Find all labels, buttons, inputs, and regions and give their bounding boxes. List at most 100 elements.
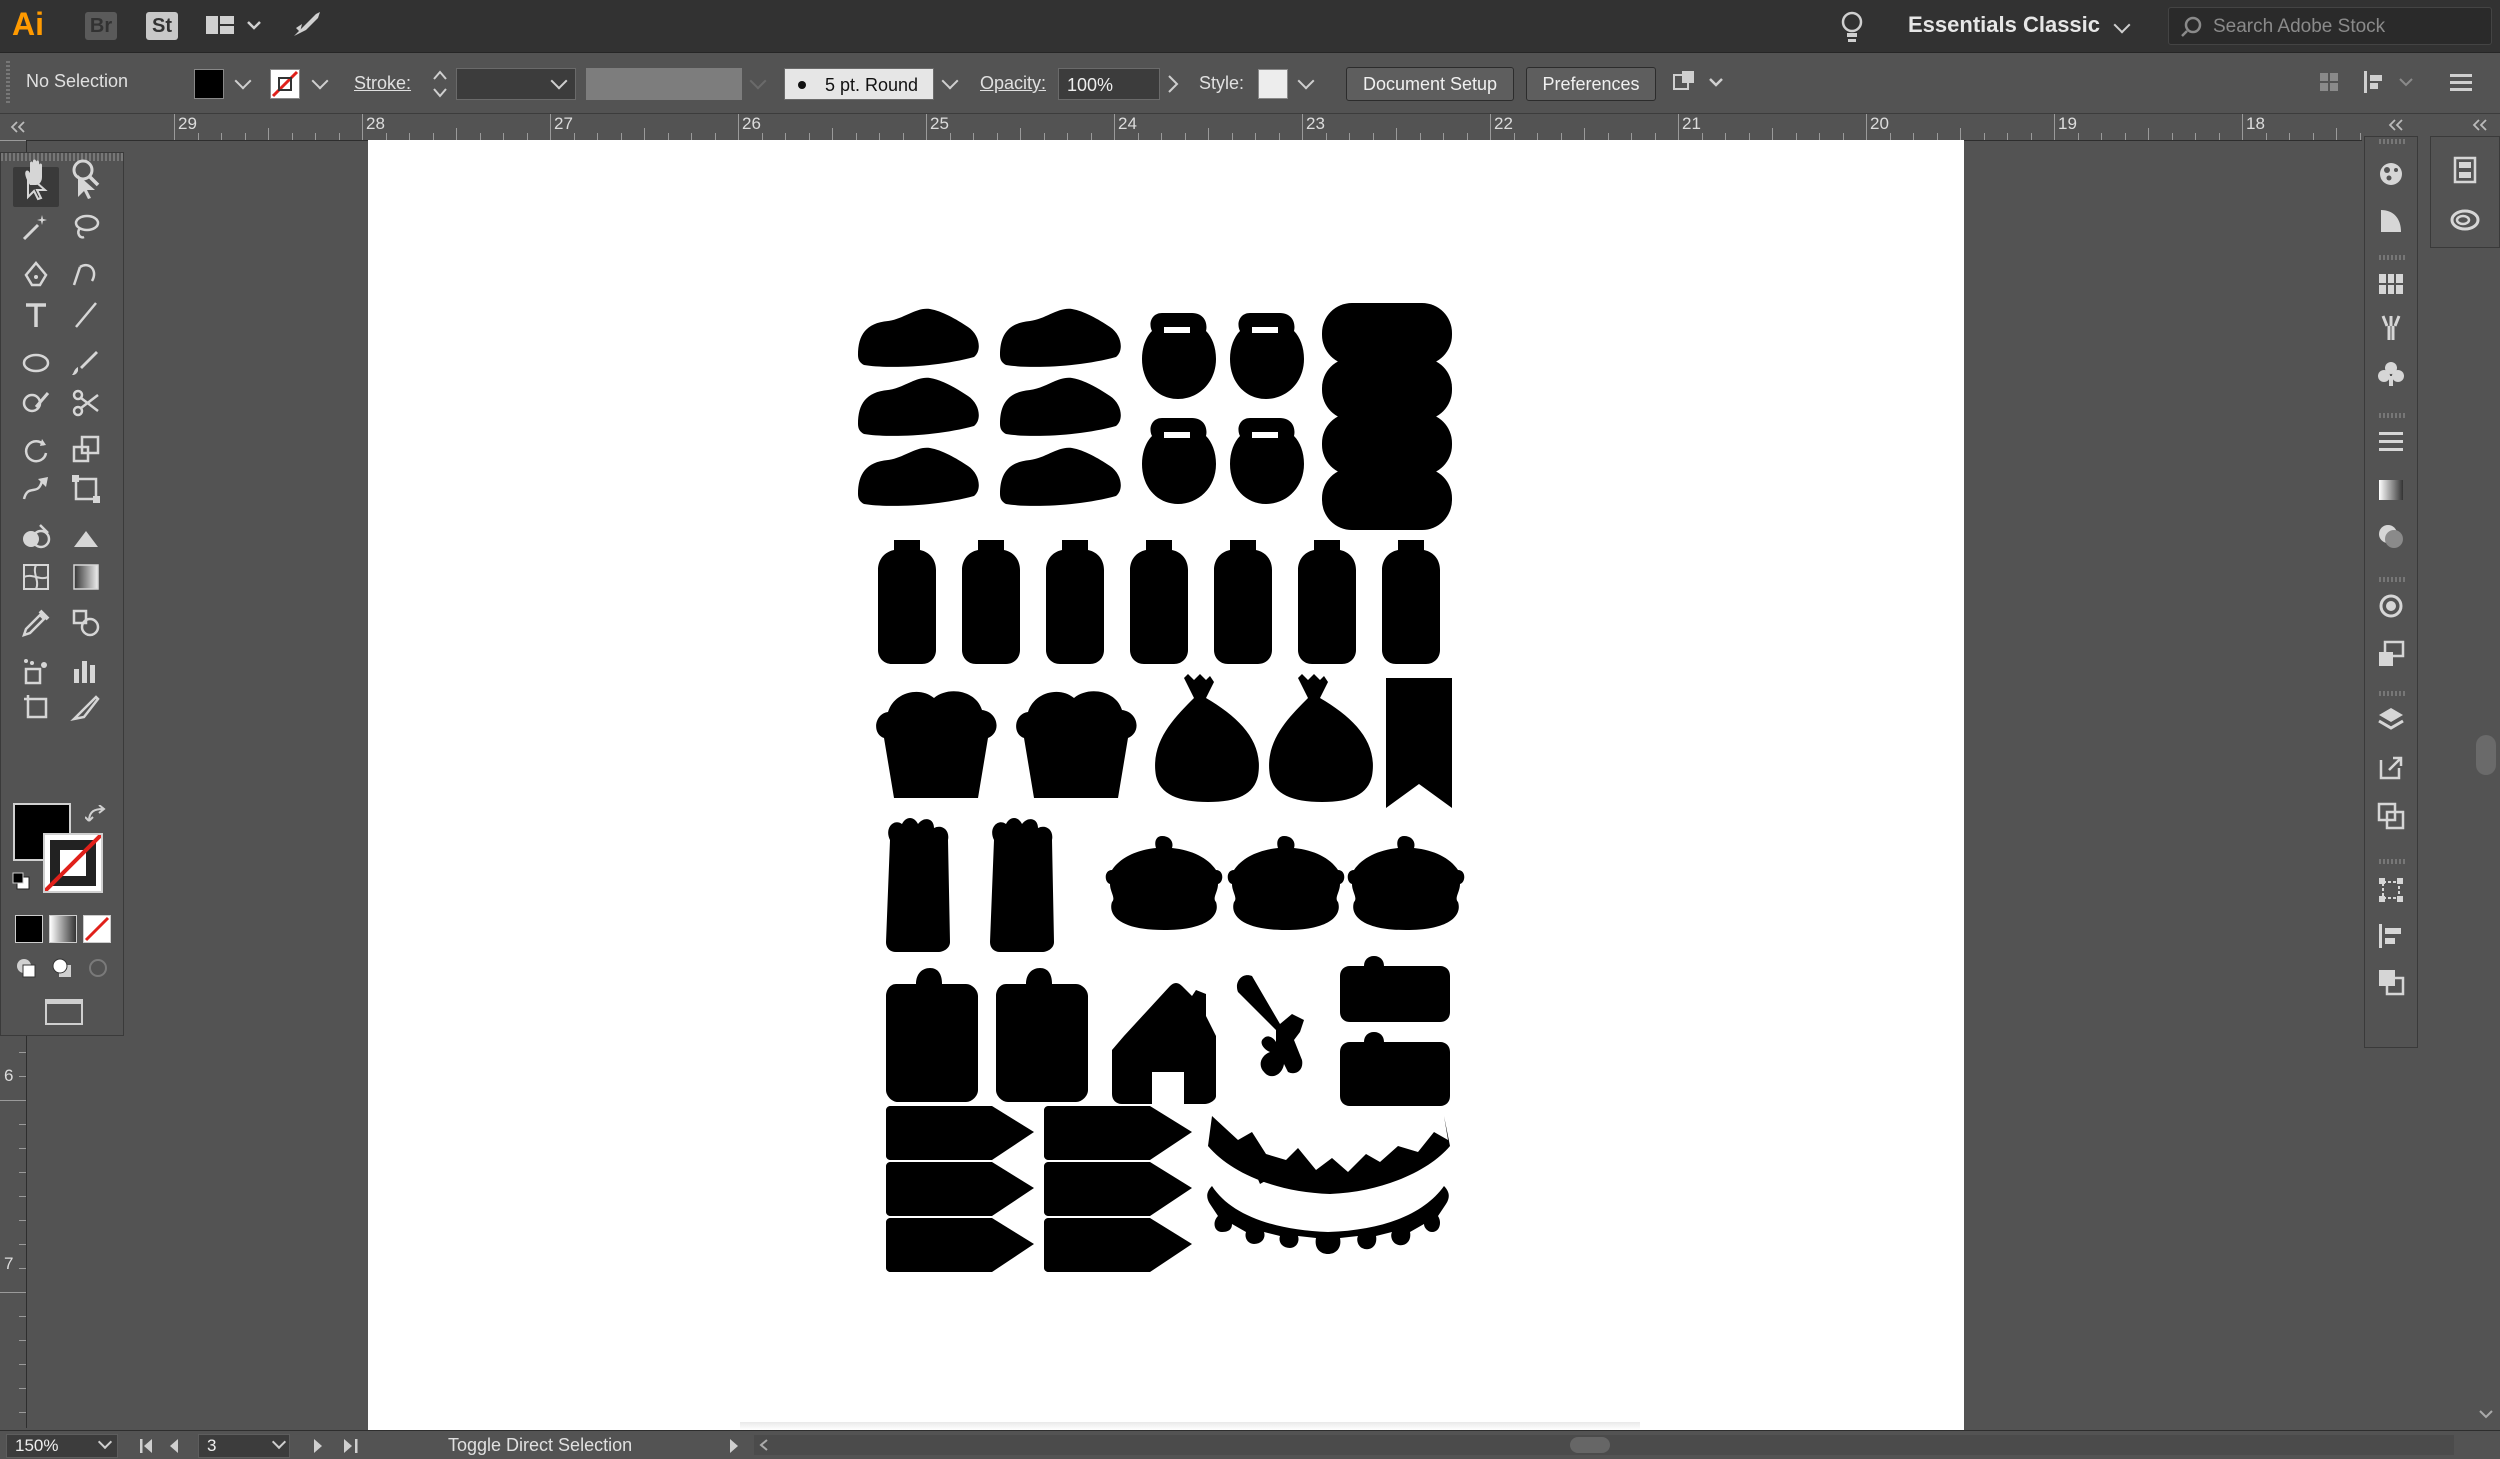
style-chevron-icon[interactable] bbox=[1297, 72, 1315, 90]
stroke-label[interactable]: Stroke: bbox=[354, 73, 411, 94]
default-fill-stroke-icon[interactable] bbox=[11, 871, 33, 893]
grocery-bag-shape[interactable] bbox=[990, 818, 1054, 952]
change-screen-mode-button[interactable] bbox=[45, 999, 83, 1025]
sneaker-shape[interactable] bbox=[1000, 308, 1121, 367]
stock-button[interactable]: St bbox=[146, 12, 178, 40]
layers-panel-button[interactable] bbox=[2365, 697, 2417, 743]
log-shape[interactable] bbox=[1322, 358, 1452, 420]
swap-fill-stroke-icon[interactable] bbox=[85, 805, 111, 827]
artboards-panel-button[interactable] bbox=[2365, 793, 2417, 839]
scroll-left-icon[interactable] bbox=[758, 1438, 770, 1452]
panel-grip[interactable] bbox=[6, 61, 10, 105]
slice-tool[interactable] bbox=[63, 687, 109, 727]
artboard-prev-nav-icon[interactable] bbox=[138, 1437, 204, 1455]
horizontal-scroll-thumb[interactable] bbox=[1570, 1437, 1610, 1453]
lasso-tool[interactable] bbox=[63, 207, 109, 247]
stroke-weight-stepper[interactable] bbox=[430, 67, 450, 101]
document-setup-button[interactable]: Document Setup bbox=[1346, 67, 1514, 101]
vertical-scroll-thumb[interactable] bbox=[2476, 735, 2496, 775]
arrange-button[interactable] bbox=[1672, 69, 1726, 104]
collapse-panel-icon[interactable] bbox=[8, 120, 28, 134]
kettlebell-shape[interactable] bbox=[1142, 313, 1216, 399]
jar-shape[interactable] bbox=[1382, 540, 1440, 664]
gift-tag-shape[interactable] bbox=[996, 968, 1088, 1102]
color-guide-panel-button[interactable] bbox=[2365, 197, 2417, 243]
brushes-panel-button[interactable] bbox=[2365, 305, 2417, 351]
money-bag-shape[interactable] bbox=[1155, 674, 1259, 802]
color-mode-button[interactable] bbox=[15, 915, 43, 943]
variable-width-profile[interactable] bbox=[586, 68, 742, 100]
kettlebell-shape[interactable] bbox=[1230, 418, 1304, 504]
color-panel-button[interactable] bbox=[2365, 151, 2417, 197]
opacity-arrow-button[interactable] bbox=[1166, 73, 1180, 100]
gpu-performance-button[interactable] bbox=[290, 10, 324, 47]
cooking-pot-shape[interactable] bbox=[1347, 836, 1465, 930]
artboard-next-nav-icon[interactable] bbox=[310, 1437, 370, 1455]
sneaker-shape[interactable] bbox=[858, 308, 979, 367]
collapse-dock-icon[interactable] bbox=[2386, 118, 2406, 132]
libraries-panel-button[interactable] bbox=[2431, 147, 2499, 193]
opacity-label[interactable]: Opacity: bbox=[980, 73, 1046, 94]
draw-normal-button[interactable] bbox=[15, 957, 37, 979]
panel-group-grip[interactable] bbox=[2379, 577, 2405, 582]
magic-wand-tool[interactable] bbox=[13, 207, 59, 247]
sneaker-shape[interactable] bbox=[858, 447, 979, 506]
gradient-panel-button[interactable] bbox=[2365, 467, 2417, 513]
free-transform-tool[interactable] bbox=[63, 469, 109, 509]
gift-tag-shape[interactable] bbox=[886, 968, 978, 1102]
shaper-tool[interactable] bbox=[13, 383, 59, 423]
search-stock-field[interactable]: Search Adobe Stock bbox=[2168, 7, 2492, 45]
horizontal-ruler[interactable]: 29 28 27 26 25 24 23 22 21 20 19 18 bbox=[130, 114, 2408, 141]
arrow-banner-shape[interactable] bbox=[1044, 1218, 1192, 1272]
status-menu-arrow-icon[interactable] bbox=[728, 1437, 740, 1455]
hand-tool[interactable] bbox=[13, 153, 59, 193]
muffin-shape[interactable] bbox=[876, 691, 997, 798]
align-to-button[interactable] bbox=[2362, 69, 2418, 102]
panel-group-grip[interactable] bbox=[2379, 139, 2405, 144]
jar-shape[interactable] bbox=[1214, 540, 1272, 664]
zoom-tool[interactable] bbox=[63, 153, 109, 193]
scissors-tool[interactable] bbox=[63, 383, 109, 423]
pen-tool[interactable] bbox=[13, 255, 59, 295]
cc-panel-button[interactable] bbox=[2431, 197, 2499, 243]
arrow-banner-shape[interactable] bbox=[1044, 1106, 1192, 1160]
bridge-button[interactable]: Br bbox=[85, 12, 117, 40]
sneaker-shape[interactable] bbox=[1000, 447, 1121, 506]
transparency-panel-button[interactable] bbox=[2365, 513, 2417, 559]
panel-group-grip[interactable] bbox=[2379, 859, 2405, 864]
silhouette-shapes[interactable] bbox=[858, 303, 1465, 1272]
isolate-button[interactable] bbox=[2318, 71, 2342, 100]
sneaker-shape[interactable] bbox=[1000, 377, 1121, 436]
pathfinder-panel-button[interactable] bbox=[2365, 959, 2417, 1005]
scroll-down-icon[interactable] bbox=[2478, 1408, 2494, 1420]
jar-shape[interactable] bbox=[962, 540, 1020, 664]
blend-tool[interactable] bbox=[63, 603, 109, 643]
vertical-scrollbar[interactable] bbox=[2472, 250, 2500, 1430]
discover-button[interactable] bbox=[1838, 10, 1866, 49]
stroke-color-box[interactable] bbox=[43, 833, 103, 893]
appearance-panel-button[interactable] bbox=[2365, 583, 2417, 629]
panel-menu-button[interactable] bbox=[2448, 71, 2478, 100]
shape-builder-tool[interactable] bbox=[13, 517, 59, 557]
column-graph-tool[interactable] bbox=[63, 651, 109, 691]
jar-shape[interactable] bbox=[1130, 540, 1188, 664]
arrow-banner-shape[interactable] bbox=[886, 1162, 1034, 1216]
workspace-switcher[interactable]: Essentials Classic bbox=[1908, 12, 2100, 38]
line-segment-tool[interactable] bbox=[63, 295, 109, 335]
collapse-dock-icon[interactable] bbox=[2470, 118, 2490, 132]
artwork-canvas[interactable] bbox=[368, 140, 1964, 1430]
artboard[interactable] bbox=[368, 140, 1964, 1430]
label-box-shape[interactable] bbox=[1340, 1032, 1450, 1106]
arrow-banner-shape[interactable] bbox=[886, 1106, 1034, 1160]
brush-definition[interactable]: 5 pt. Round bbox=[784, 68, 934, 100]
draw-behind-button[interactable] bbox=[51, 957, 73, 979]
arrow-banner-shape[interactable] bbox=[1044, 1162, 1192, 1216]
stroke-panel-button[interactable] bbox=[2365, 419, 2417, 465]
fill-dropdown-chevron-icon[interactable] bbox=[234, 72, 252, 90]
curvature-tool[interactable] bbox=[63, 255, 109, 295]
arrow-banner-shape[interactable] bbox=[886, 1218, 1034, 1272]
swatches-panel-button[interactable] bbox=[2365, 261, 2417, 307]
warp-tool[interactable] bbox=[13, 469, 59, 509]
panel-group-grip[interactable] bbox=[2379, 691, 2405, 696]
log-shape[interactable] bbox=[1322, 413, 1452, 475]
